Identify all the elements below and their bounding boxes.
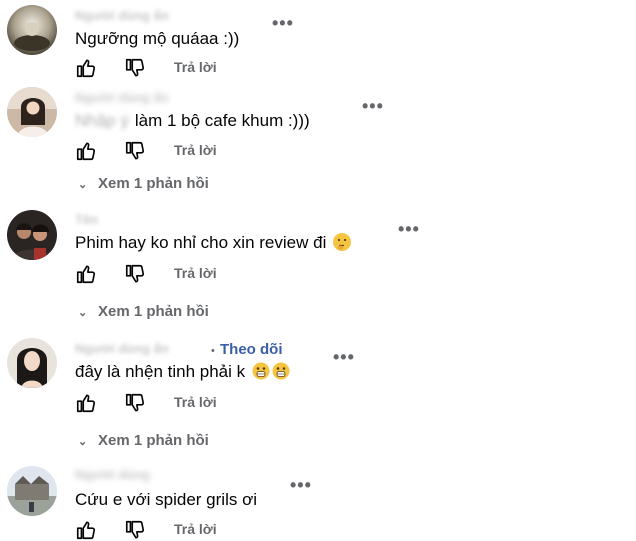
reply-button[interactable]: Trả lời [174,394,217,410]
shocked-face-icon [252,362,270,380]
thumbs-up-icon[interactable] [75,140,97,162]
follow-button[interactable]: Theo dõi [220,341,283,358]
shocked-face-emoji [252,362,270,380]
comment-text: Ngưỡng mộ quáaa :)) [75,29,240,48]
hidden-text: Nhập ý [75,111,129,130]
reply-button[interactable]: Trả lời [174,59,217,75]
view-replies-label: Xem 1 phản hồi [98,432,209,449]
comment-text: Nhập ý làm 1 bộ cafe khum :))) [75,111,310,131]
avatar[interactable] [7,466,57,516]
avatar[interactable] [7,210,57,260]
comment-author[interactable]: Người dùng [75,467,150,482]
thumbs-up-icon[interactable] [75,57,97,79]
comment-text: Cứu e với spider grils ơi [75,490,258,509]
comment-text: đây là nhện tinh phải k [75,362,290,382]
chevron-down-icon: ⌄ [78,436,88,448]
chevron-down-icon: ⌄ [78,179,88,191]
more-options-icon[interactable]: ••• [333,348,355,366]
shocked-face-emoji [272,362,290,380]
avatar[interactable] [7,338,57,388]
avatar-image [7,87,57,137]
comment-text-body: Phim hay ko nhỉ cho xin review đi [75,233,327,252]
avatar-image [7,5,57,55]
thinking-face-emoji [333,233,352,251]
comment-author[interactable]: Người dùng ẩn [75,8,169,23]
separator-dot: • [211,345,215,357]
thumbs-up-icon[interactable] [75,519,97,541]
thumbs-down-icon[interactable] [124,263,146,285]
thumbs-down-icon[interactable] [124,140,146,162]
chevron-down-icon: ⌄ [78,307,88,319]
avatar-image [7,210,57,260]
comment-author: Người dùng ẩn [75,341,205,359]
avatar-image [7,466,57,516]
view-replies-label: Xem 1 phản hồi [98,175,209,192]
more-options-icon[interactable]: ••• [290,476,312,494]
thumbs-down-icon[interactable] [124,519,146,541]
reply-button[interactable]: Trả lời [174,521,217,537]
avatar[interactable] [7,87,57,137]
avatar-image [7,338,57,388]
comment-author[interactable]: Tên [75,212,98,227]
more-options-icon[interactable]: ••• [398,220,420,238]
more-options-icon[interactable]: ••• [272,14,294,32]
author-name[interactable]: Người dùng ẩn [75,341,205,356]
thinking-face-icon [333,233,351,251]
comment-text-visible: làm 1 bộ cafe khum :))) [134,111,310,130]
view-replies-button[interactable]: ⌄ Xem 1 phản hồi [78,303,209,320]
comment-text-body: đây là nhện tinh phải k [75,362,246,381]
reply-button[interactable]: Trả lời [174,265,217,281]
shocked-face-icon [272,362,290,380]
view-replies-button[interactable]: ⌄ Xem 1 phản hồi [78,432,209,449]
avatar[interactable] [7,5,57,55]
comment-author[interactable]: Người dùng ẩn [75,90,169,105]
more-options-icon[interactable]: ••• [362,97,384,115]
thumbs-down-icon[interactable] [124,392,146,414]
thumbs-down-icon[interactable] [124,57,146,79]
thumbs-up-icon[interactable] [75,392,97,414]
view-replies-label: Xem 1 phản hồi [98,303,209,320]
reply-button[interactable]: Trả lời [174,142,217,158]
thumbs-up-icon[interactable] [75,263,97,285]
comment-text: Phim hay ko nhỉ cho xin review đi [75,233,352,253]
view-replies-button[interactable]: ⌄ Xem 1 phản hồi [78,175,209,192]
